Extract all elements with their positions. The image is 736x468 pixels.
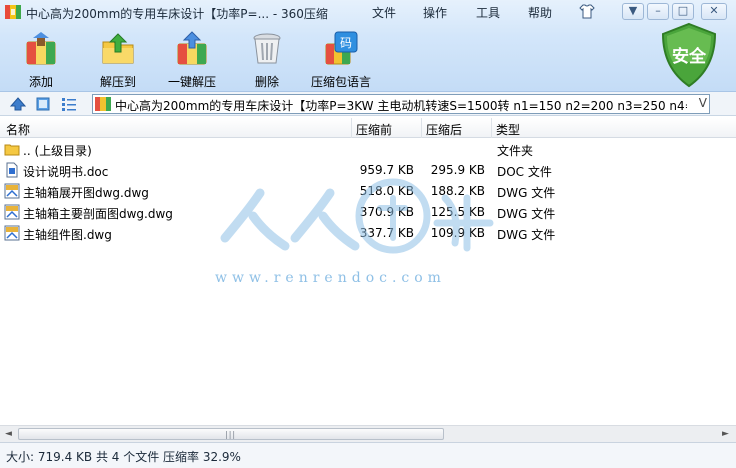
column-header: 名称 压缩前 压缩后 类型 <box>0 118 736 138</box>
delete-label: 删除 <box>254 75 279 89</box>
scroll-thumb[interactable]: ||| <box>18 428 444 440</box>
column-size-before[interactable]: 压缩前 <box>356 121 392 138</box>
address-bar[interactable]: 中心高为200mm的专用车床设计【功率P=3KW 主电动机转速S=1500转 n… <box>92 94 710 114</box>
address-toolbar: 中心高为200mm的专用车床设计【功率P=3KW 主电动机转速S=1500转 n… <box>0 92 736 116</box>
list-view-icon[interactable] <box>61 96 77 112</box>
archive-icon <box>95 97 111 111</box>
one-click-extract-label: 一键解压 <box>167 75 216 89</box>
address-path: 中心高为200mm的专用车床设计【功率P=3KW 主电动机转速S=1500转 n… <box>115 99 687 113</box>
add-label: 添加 <box>28 75 53 89</box>
menu-operation[interactable]: 操作 <box>423 4 447 21</box>
scroll-right-arrow-icon[interactable]: ► <box>722 429 729 439</box>
extract-to-button[interactable]: 解压到 <box>94 30 142 89</box>
dwg-file-icon <box>4 204 20 220</box>
menu-help[interactable]: 帮助 <box>528 4 552 21</box>
list-item[interactable]: .. (上级目录) 文件夹 <box>0 139 736 160</box>
file-type: DOC 文件 <box>497 165 552 179</box>
column-type[interactable]: 类型 <box>496 121 520 138</box>
menu-file[interactable]: 文件 <box>372 4 396 21</box>
scroll-left-arrow-icon[interactable]: ◄ <box>5 429 12 439</box>
toolbar-area: 中心高为200mm的专用车床设计【功率P=... - 360压缩 文件 操作 工… <box>0 0 736 92</box>
status-text: 大小: 719.4 KB 共 4 个文件 压缩率 32.9% <box>6 450 241 464</box>
file-name: 主轴组件图.dwg <box>23 228 112 242</box>
column-size-after[interactable]: 压缩后 <box>426 121 462 138</box>
file-name: .. (上级目录) <box>23 144 92 158</box>
one-click-extract-icon <box>177 31 207 65</box>
up-arrow-icon[interactable] <box>10 96 26 112</box>
column-name[interactable]: 名称 <box>6 121 30 138</box>
extract-to-icon <box>102 33 134 64</box>
window-title: 中心高为200mm的专用车床设计【功率P=... - 360压缩 <box>26 7 328 21</box>
archive-language-badge: 码 <box>340 36 352 50</box>
delete-button[interactable]: 删除 <box>247 30 287 89</box>
file-name: 主轴箱主要剖面图dwg.dwg <box>23 207 173 221</box>
file-type: DWG 文件 <box>497 207 556 221</box>
status-bar: 大小: 719.4 KB 共 4 个文件 压缩率 32.9% <box>0 442 736 468</box>
extract-to-label: 解压到 <box>99 75 136 89</box>
security-label: 安全 <box>672 46 707 67</box>
dwg-file-icon <box>4 183 20 199</box>
address-dropdown-icon[interactable]: V <box>699 96 707 110</box>
watermark-logo <box>220 178 494 254</box>
file-type: DWG 文件 <box>497 186 556 200</box>
horizontal-scrollbar[interactable]: ◄ ||| ► <box>0 425 736 442</box>
menu-tools[interactable]: 工具 <box>476 4 500 21</box>
doc-file-icon <box>6 162 18 178</box>
app-logo-icon <box>5 5 21 19</box>
minimize-button[interactable]: – <box>647 3 669 20</box>
file-name: 主轴箱展开图dwg.dwg <box>23 186 149 200</box>
file-name: 设计说明书.doc <box>23 165 109 179</box>
add-button[interactable]: 添加 <box>18 30 64 89</box>
dwg-file-icon <box>4 225 20 241</box>
scroll-grip-icon: ||| <box>225 430 237 439</box>
security-shield-icon[interactable]: 安全 <box>660 22 718 88</box>
add-archive-icon <box>26 32 56 65</box>
watermark-url: www.renrendoc.com <box>215 270 446 286</box>
trash-icon <box>253 33 281 64</box>
column-divider[interactable] <box>491 118 492 138</box>
title-bar: 中心高为200mm的专用车床设计【功率P=... - 360压缩 文件 操作 工… <box>0 0 736 24</box>
archive-language-label: 压缩包语言 <box>310 75 371 89</box>
folder-icon <box>4 144 20 156</box>
maximize-button[interactable]: □ <box>672 3 694 20</box>
large-icon-view-icon[interactable] <box>35 96 51 112</box>
archive-language-icon: 码 <box>325 31 358 65</box>
file-type: DWG 文件 <box>497 228 556 242</box>
column-divider[interactable] <box>351 118 352 138</box>
menu-dropdown-button[interactable]: ▼ <box>622 3 644 20</box>
column-divider[interactable] <box>421 118 422 138</box>
skin-shirt-icon[interactable] <box>579 4 595 19</box>
file-type: 文件夹 <box>497 144 534 158</box>
one-click-extract-button[interactable]: 一键解压 <box>164 30 220 89</box>
close-button[interactable]: ✕ <box>701 3 727 20</box>
archive-language-button[interactable]: 码 压缩包语言 <box>308 30 374 89</box>
